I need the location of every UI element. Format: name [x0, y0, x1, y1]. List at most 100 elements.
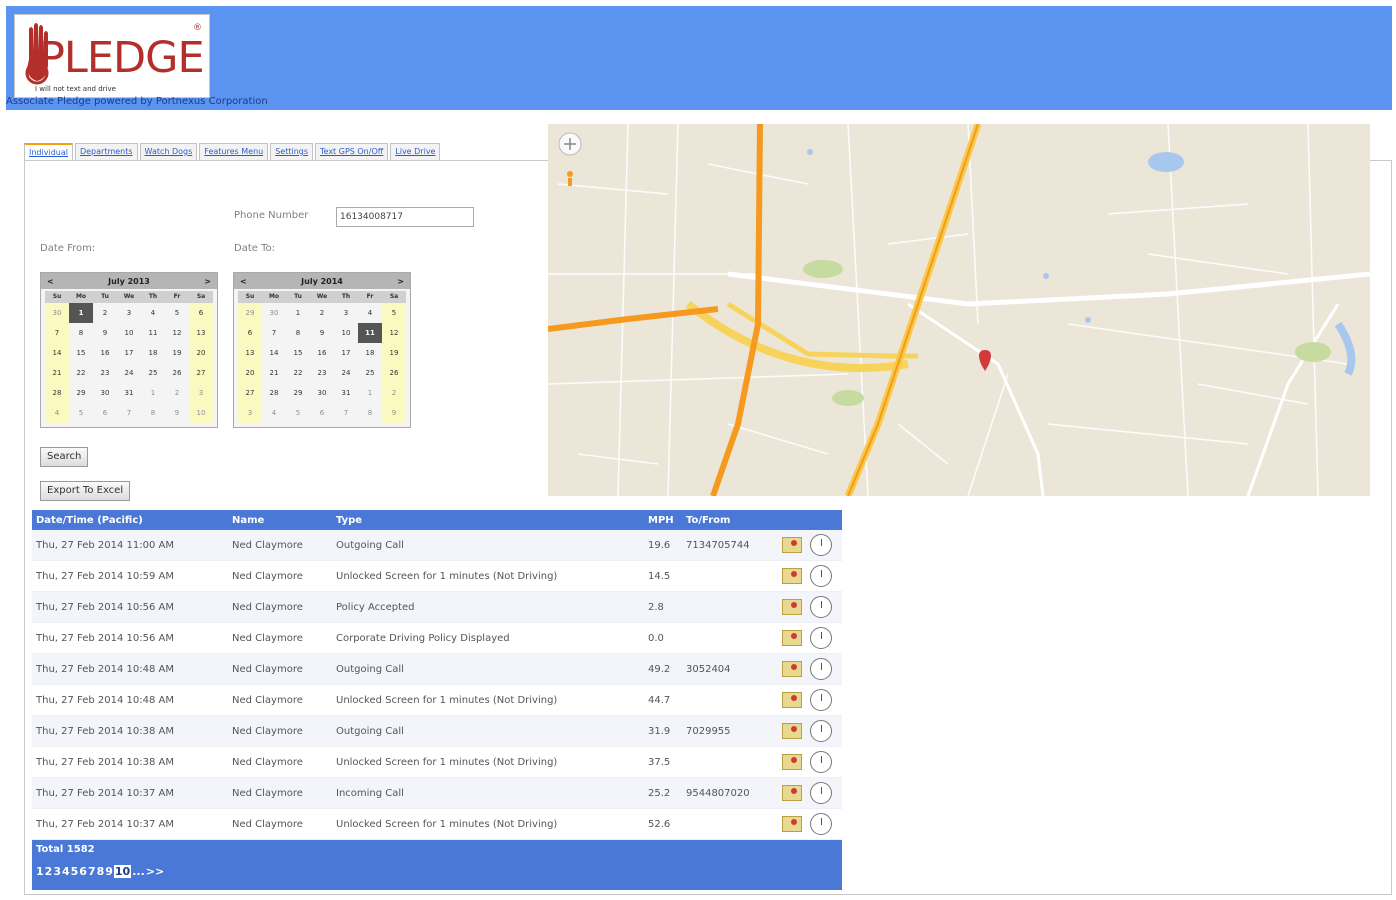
calendar-day[interactable]: 23: [93, 363, 117, 383]
calendar-day[interactable]: 3: [189, 383, 213, 403]
calendar-day[interactable]: 5: [382, 303, 406, 323]
page-link[interactable]: 10: [113, 865, 132, 878]
table-row[interactable]: Thu, 27 Feb 2014 10:48 AM Ned Claymore Unl…: [32, 685, 842, 716]
tab-watch-dogs[interactable]: Watch Dogs: [139, 143, 198, 161]
calendar-day[interactable]: 5: [69, 403, 93, 423]
calendar-day[interactable]: 24: [117, 363, 141, 383]
calendar-day[interactable]: 16: [93, 343, 117, 363]
calendar-day[interactable]: 18: [358, 343, 382, 363]
calendar-day[interactable]: 7: [262, 323, 286, 343]
clock-icon[interactable]: [810, 658, 832, 680]
calendar-day[interactable]: 17: [117, 343, 141, 363]
calendar-day[interactable]: 29: [238, 303, 262, 323]
calendar-day[interactable]: 31: [334, 383, 358, 403]
map-location-icon[interactable]: [782, 537, 802, 553]
calendar-day[interactable]: 12: [382, 323, 406, 343]
prev-month-button[interactable]: <: [47, 277, 54, 286]
calendar-day[interactable]: 7: [117, 403, 141, 423]
calendar-day[interactable]: 13: [189, 323, 213, 343]
calendar-day[interactable]: 14: [262, 343, 286, 363]
calendar-day[interactable]: 22: [69, 363, 93, 383]
clock-icon[interactable]: [810, 627, 832, 649]
calendar-day[interactable]: 30: [310, 383, 334, 403]
clock-icon[interactable]: [810, 720, 832, 742]
calendar-day[interactable]: 8: [69, 323, 93, 343]
map-location-icon[interactable]: [782, 568, 802, 584]
table-row[interactable]: Thu, 27 Feb 2014 10:37 AM Ned Claymore Inc…: [32, 778, 842, 809]
table-row[interactable]: Thu, 27 Feb 2014 10:56 AM Ned Claymore Cor…: [32, 623, 842, 654]
calendar-day[interactable]: 29: [286, 383, 310, 403]
calendar-day[interactable]: 6: [310, 403, 334, 423]
calendar-day[interactable]: 30: [93, 383, 117, 403]
next-month-button[interactable]: >: [397, 277, 404, 286]
page-link[interactable]: >>: [146, 865, 164, 878]
calendar-day[interactable]: 26: [165, 363, 189, 383]
calendar-day[interactable]: 8: [141, 403, 165, 423]
clock-icon[interactable]: [810, 813, 832, 835]
calendar-day[interactable]: 4: [262, 403, 286, 423]
calendar-day[interactable]: 1: [286, 303, 310, 323]
calendar-day[interactable]: 20: [238, 363, 262, 383]
tab-individual[interactable]: Individual: [24, 143, 73, 161]
col-header-mph[interactable]: MPH: [648, 515, 686, 526]
clock-icon[interactable]: [810, 782, 832, 804]
map-location-icon[interactable]: [782, 630, 802, 646]
calendar-day[interactable]: 2: [310, 303, 334, 323]
calendar-day[interactable]: 22: [286, 363, 310, 383]
page-link[interactable]: 2: [45, 865, 53, 878]
calendar-day[interactable]: 8: [286, 323, 310, 343]
calendar-day[interactable]: 25: [358, 363, 382, 383]
calendar-day[interactable]: 7: [334, 403, 358, 423]
pledge-logo[interactable]: PLEDGE ® I will not text and drive: [14, 14, 210, 98]
calendar-day[interactable]: 19: [382, 343, 406, 363]
calendar-day[interactable]: 9: [93, 323, 117, 343]
page-link[interactable]: 5: [71, 865, 79, 878]
search-button[interactable]: Search: [40, 447, 89, 467]
calendar-day[interactable]: 19: [165, 343, 189, 363]
col-header-to-from[interactable]: To/From: [686, 515, 782, 526]
calendar-day[interactable]: 12: [165, 323, 189, 343]
calendar-day[interactable]: 29: [69, 383, 93, 403]
calendar-day[interactable]: 30: [262, 303, 286, 323]
clock-icon[interactable]: [810, 596, 832, 618]
calendar-day[interactable]: 27: [238, 383, 262, 403]
calendar-day[interactable]: 15: [286, 343, 310, 363]
page-link[interactable]: 9: [105, 865, 113, 878]
map-location-icon[interactable]: [782, 754, 802, 770]
calendar-day[interactable]: 4: [45, 403, 69, 423]
calendar-day[interactable]: 6: [238, 323, 262, 343]
calendar-day[interactable]: 9: [382, 403, 406, 423]
page-link[interactable]: 3: [53, 865, 61, 878]
table-row[interactable]: Thu, 27 Feb 2014 10:38 AM Ned Claymore Out…: [32, 716, 842, 747]
calendar-day[interactable]: 31: [117, 383, 141, 403]
calendar-day[interactable]: 21: [45, 363, 69, 383]
calendar-day[interactable]: 10: [189, 403, 213, 423]
calendar-day[interactable]: 10: [117, 323, 141, 343]
calendar-day[interactable]: 25: [141, 363, 165, 383]
tab-settings[interactable]: Settings: [270, 143, 314, 161]
export-excel-button[interactable]: Export To Excel: [40, 481, 131, 501]
calendar-day[interactable]: 30: [45, 303, 69, 323]
map-location-icon[interactable]: [782, 785, 802, 801]
calendar-day[interactable]: 5: [286, 403, 310, 423]
calendar-day[interactable]: 6: [93, 403, 117, 423]
phone-number-input[interactable]: [336, 207, 474, 227]
tab-departments[interactable]: Departments: [74, 143, 138, 161]
calendar-day[interactable]: 3: [334, 303, 358, 323]
table-row[interactable]: Thu, 27 Feb 2014 10:48 AM Ned Claymore Out…: [32, 654, 842, 685]
col-header-name[interactable]: Name: [232, 515, 336, 526]
calendar-day[interactable]: 27: [189, 363, 213, 383]
calendar-day[interactable]: 5: [165, 303, 189, 323]
clock-icon[interactable]: [810, 565, 832, 587]
calendar-day[interactable]: 21: [262, 363, 286, 383]
calendar-day[interactable]: 2: [382, 383, 406, 403]
tab-features-menu[interactable]: Features Menu: [199, 143, 269, 161]
table-row[interactable]: Thu, 27 Feb 2014 10:37 AM Ned Claymore Unl…: [32, 809, 842, 840]
calendar-day[interactable]: 15: [69, 343, 93, 363]
clock-icon[interactable]: [810, 751, 832, 773]
table-row[interactable]: Thu, 27 Feb 2014 10:59 AM Ned Claymore Unl…: [32, 561, 842, 592]
page-link[interactable]: 7: [88, 865, 96, 878]
clock-icon[interactable]: [810, 689, 832, 711]
calendar-day[interactable]: 4: [141, 303, 165, 323]
table-row[interactable]: Thu, 27 Feb 2014 10:56 AM Ned Claymore Pol…: [32, 592, 842, 623]
